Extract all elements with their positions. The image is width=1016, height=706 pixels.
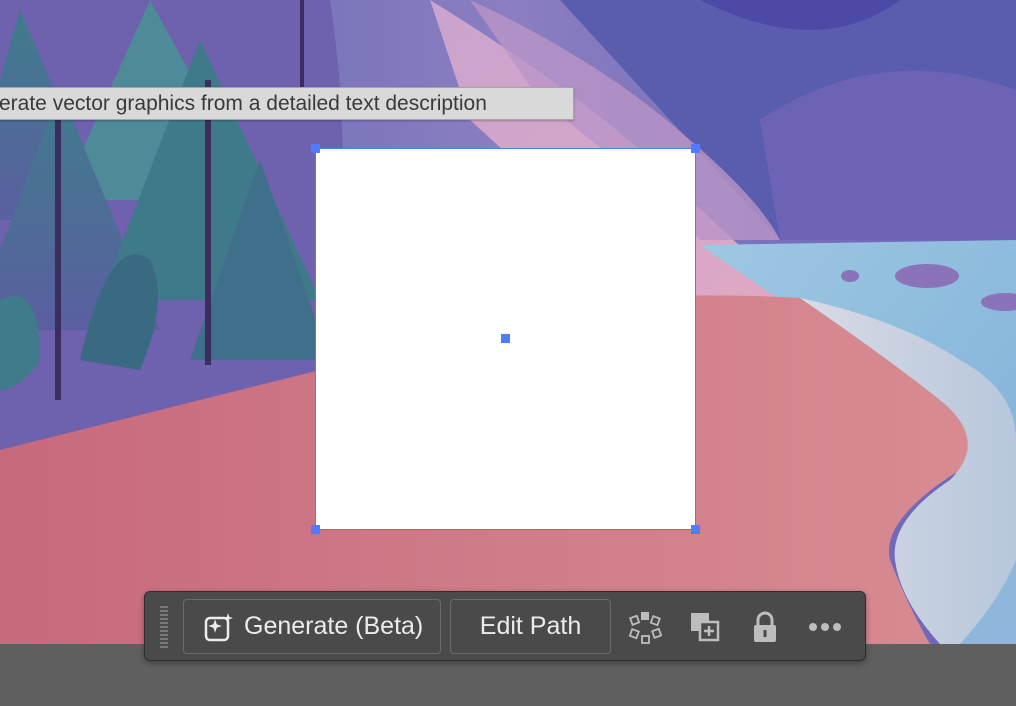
generate-beta-button[interactable]: Generate (Beta) bbox=[183, 599, 441, 654]
resize-handle-bottom-right[interactable] bbox=[691, 525, 700, 534]
tooltip-text: erate vector graphics from a detailed te… bbox=[0, 92, 487, 115]
generate-beta-label: Generate (Beta) bbox=[244, 612, 424, 640]
edit-path-button[interactable]: Edit Path bbox=[450, 599, 611, 654]
generate-sparkle-icon bbox=[204, 612, 233, 641]
resize-handle-top-left[interactable] bbox=[311, 144, 320, 153]
recolor-button[interactable] bbox=[627, 609, 663, 645]
duplicate-icon bbox=[691, 613, 720, 642]
tooltip: erate vector graphics from a detailed te… bbox=[0, 87, 574, 120]
duplicate-button[interactable] bbox=[687, 609, 723, 645]
selected-rectangle[interactable] bbox=[311, 144, 700, 534]
recolor-icon bbox=[628, 612, 662, 644]
lock-icon bbox=[754, 611, 776, 642]
lock-button[interactable] bbox=[747, 609, 783, 645]
center-point-handle[interactable] bbox=[501, 334, 510, 343]
resize-handle-bottom-left[interactable] bbox=[311, 525, 320, 534]
contextual-task-bar: Generate (Beta) Edit Path bbox=[144, 591, 866, 661]
edit-path-label: Edit Path bbox=[479, 612, 582, 640]
more-options-button[interactable] bbox=[807, 609, 843, 645]
drag-grip-handle[interactable] bbox=[160, 606, 168, 648]
more-options-icon bbox=[809, 623, 841, 631]
resize-handle-top-right[interactable] bbox=[691, 144, 700, 153]
